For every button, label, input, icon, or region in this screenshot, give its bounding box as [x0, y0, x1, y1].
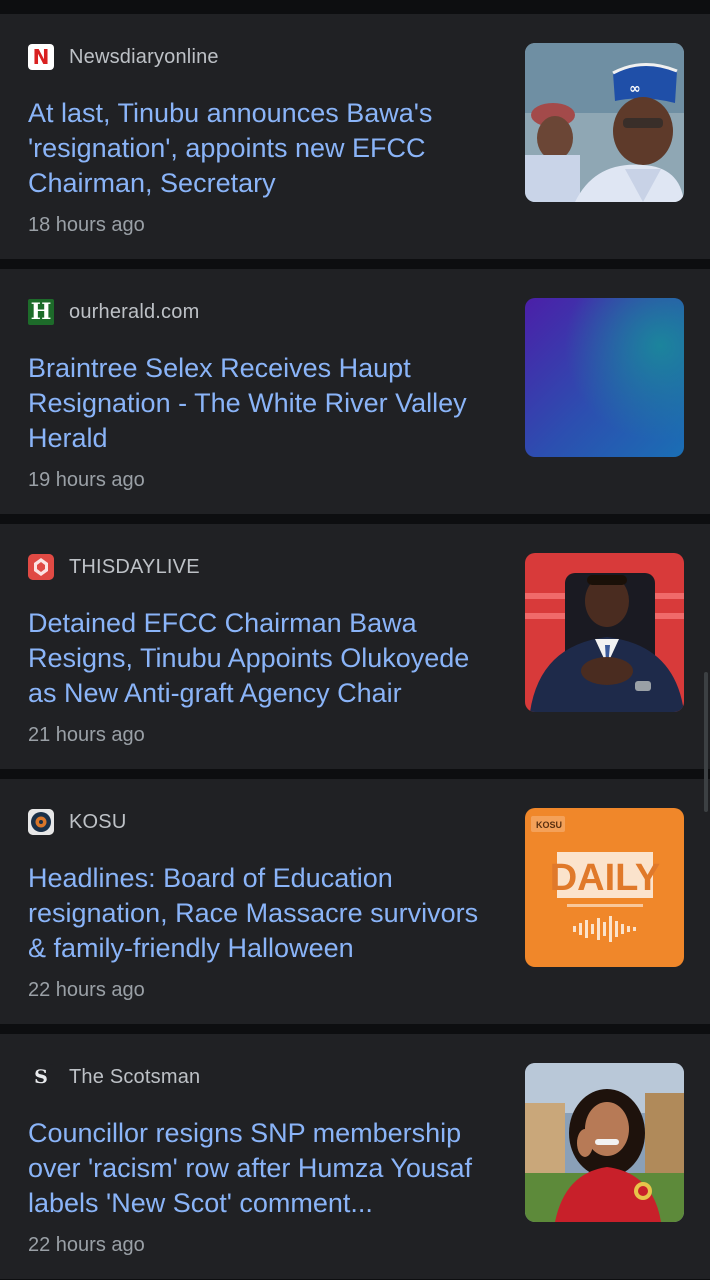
source-row[interactable]: S The Scotsman: [28, 1063, 200, 1091]
source-row[interactable]: KOSU: [28, 808, 126, 836]
headline-link[interactable]: Councillor resigns SNP membership over '…: [28, 1116, 498, 1221]
news-card[interactable]: KOSU Headlines: Board of Education resig…: [0, 779, 710, 1024]
scotsman-logo-icon: S: [28, 1064, 54, 1090]
source-name: The Scotsman: [69, 1065, 201, 1088]
source-name: KOSU: [69, 810, 127, 833]
news-card[interactable]: H ourherald.com Braintree Selex Receives…: [0, 269, 710, 514]
article-thumbnail[interactable]: [525, 553, 684, 712]
svg-text:∞: ∞: [629, 81, 641, 97]
article-thumbnail[interactable]: ∞: [525, 43, 684, 202]
publish-time: 22 hours ago: [28, 1234, 145, 1256]
thumbnail-title: DAILY: [550, 857, 661, 899]
publish-time: 22 hours ago: [28, 979, 145, 1001]
news-card[interactable]: S The Scotsman Councillor resigns SNP me…: [0, 1034, 710, 1279]
thisdaylive-logo-icon: [28, 554, 54, 580]
headline-link[interactable]: Braintree Selex Receives Haupt Resignati…: [28, 351, 498, 456]
article-thumbnail[interactable]: [525, 1063, 684, 1222]
headline-link[interactable]: Headlines: Board of Education resignatio…: [28, 861, 498, 966]
publish-time: 19 hours ago: [28, 469, 145, 491]
news-card[interactable]: THISDAYLIVE Detained EFCC Chairman Bawa …: [0, 524, 710, 769]
publish-time: 21 hours ago: [28, 724, 145, 746]
news-card[interactable]: N Newsdiaryonline At last, Tinubu announ…: [0, 14, 710, 259]
publish-time: 18 hours ago: [28, 214, 145, 236]
source-row[interactable]: N Newsdiaryonline: [28, 43, 219, 71]
kosu-logo-icon: [28, 809, 54, 835]
source-name: THISDAYLIVE: [69, 555, 200, 578]
article-thumbnail[interactable]: KOSU DAILY: [525, 808, 684, 967]
scrollbar[interactable]: [704, 672, 708, 812]
ourherald-logo-icon: H: [28, 299, 54, 325]
source-name: Newsdiaryonline: [69, 45, 219, 68]
thumbnail-brand: KOSU: [536, 820, 562, 830]
news-feed: N Newsdiaryonline At last, Tinubu announ…: [0, 0, 710, 1280]
source-row[interactable]: H ourherald.com: [28, 298, 199, 326]
source-row[interactable]: THISDAYLIVE: [28, 553, 200, 581]
newsdiaryonline-logo-icon: N: [28, 44, 54, 70]
article-thumbnail[interactable]: [525, 298, 684, 457]
headline-link[interactable]: Detained EFCC Chairman Bawa Resigns, Tin…: [28, 606, 498, 711]
source-name: ourherald.com: [69, 300, 200, 323]
headline-link[interactable]: At last, Tinubu announces Bawa's 'resign…: [28, 96, 498, 201]
